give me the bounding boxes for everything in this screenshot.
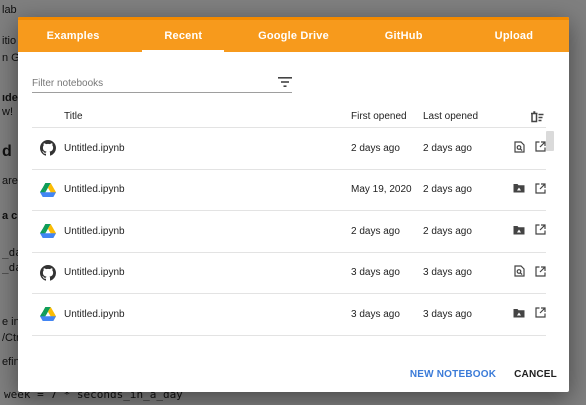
row-action-open-new-tab[interactable] — [535, 266, 546, 280]
new-notebook-button[interactable]: NEW NOTEBOOK — [410, 369, 496, 380]
row-source-icon — [32, 264, 64, 281]
google-drive-icon — [40, 182, 56, 197]
table-body: Untitled.ipynb 2 days ago 2 days ago Untitl… — [32, 128, 546, 336]
column-header-last-opened: Last opened — [423, 110, 479, 122]
tab-label: Upload — [494, 30, 534, 42]
last-opened-value: 3 days ago — [423, 267, 472, 279]
row-actions — [501, 265, 546, 280]
column-header-first-opened: First opened — [351, 110, 407, 122]
open-in-new-tab-icon[interactable] — [535, 266, 546, 277]
open-in-drive-folder-icon[interactable] — [513, 183, 525, 193]
tab-label: Examples — [46, 30, 100, 42]
first-opened-value: 3 days ago — [351, 308, 400, 320]
open-in-new-tab-icon[interactable] — [535, 224, 546, 235]
table-row[interactable]: Untitled.ipynb 2 days ago 2 days ago — [32, 128, 546, 170]
cancel-button[interactable]: CANCEL — [514, 369, 557, 380]
notebook-title[interactable]: Untitled.ipynb — [64, 267, 351, 278]
notebook-title[interactable]: Untitled.ipynb — [64, 143, 351, 154]
notebook-title[interactable]: Untitled.ipynb — [64, 226, 351, 237]
open-in-drive-folder-icon[interactable] — [513, 225, 525, 235]
google-drive-icon — [40, 224, 56, 239]
row-actions — [501, 307, 546, 321]
row-actions — [501, 141, 546, 156]
open-in-new-tab-icon[interactable] — [535, 183, 546, 194]
github-icon — [40, 264, 56, 281]
scrollbar[interactable] — [546, 129, 554, 334]
last-opened-value: 2 days ago — [423, 184, 472, 196]
tab-bar: Examples Recent Google Drive GitHub Uplo… — [18, 17, 569, 52]
tab-recent[interactable]: Recent — [128, 20, 238, 52]
row-action-primary[interactable] — [513, 225, 525, 238]
preview-source-icon[interactable] — [514, 265, 525, 277]
tab-label: Recent — [164, 30, 203, 42]
table-row[interactable]: Untitled.ipynb May 19, 2020 2 days ago — [32, 170, 546, 211]
open-in-new-tab-icon[interactable] — [535, 141, 546, 152]
github-icon — [40, 140, 56, 156]
column-header-title: Title — [64, 110, 83, 122]
first-opened-value: 3 days ago — [351, 267, 400, 279]
row-source-icon — [32, 182, 64, 197]
tab-upload[interactable]: Upload — [459, 20, 569, 52]
tab-label: Google Drive — [258, 30, 329, 42]
preview-source-icon[interactable] — [514, 141, 525, 153]
table-row[interactable]: Untitled.ipynb 2 days ago 2 days ago — [32, 211, 546, 253]
row-action-primary[interactable] — [513, 183, 525, 196]
tab-examples[interactable]: Examples — [18, 20, 128, 52]
row-source-icon — [32, 140, 64, 156]
table-header: Title First opened Last opened — [32, 105, 546, 128]
row-action-open-new-tab[interactable] — [535, 183, 546, 197]
first-opened-value: May 19, 2020 — [351, 184, 412, 196]
row-source-icon — [32, 307, 64, 322]
row-action-open-new-tab[interactable] — [535, 141, 546, 155]
row-actions — [501, 224, 546, 238]
table-row[interactable]: Untitled.ipynb 3 days ago 3 days ago — [32, 294, 546, 336]
first-opened-value: 2 days ago — [351, 142, 400, 154]
filter-field — [32, 74, 292, 93]
tab-google-drive[interactable]: Google Drive — [238, 20, 348, 52]
filter-list-icon[interactable] — [278, 76, 292, 88]
first-opened-value: 2 days ago — [351, 225, 400, 237]
tab-label: GitHub — [384, 30, 423, 42]
delete-sweep-icon[interactable] — [530, 110, 544, 123]
row-action-primary[interactable] — [514, 265, 525, 280]
row-actions — [501, 183, 546, 197]
row-action-open-new-tab[interactable] — [535, 224, 546, 238]
open-in-new-tab-icon[interactable] — [535, 307, 546, 318]
filter-notebooks-input[interactable] — [32, 74, 272, 92]
open-notebook-dialog: Examples Recent Google Drive GitHub Uplo… — [18, 17, 569, 392]
dialog-footer: NEW NOTEBOOK CANCEL — [410, 369, 557, 380]
recent-notebooks-table: Title First opened Last opened Untitled.… — [32, 105, 546, 336]
notebook-title[interactable]: Untitled.ipynb — [64, 184, 351, 195]
last-opened-value: 2 days ago — [423, 225, 472, 237]
scrollbar-thumb[interactable] — [546, 131, 554, 151]
row-action-primary[interactable] — [513, 308, 525, 321]
notebook-title[interactable]: Untitled.ipynb — [64, 309, 351, 320]
row-action-primary[interactable] — [514, 141, 525, 156]
table-row[interactable]: Untitled.ipynb 3 days ago 3 days ago — [32, 253, 546, 294]
google-drive-icon — [40, 307, 56, 322]
last-opened-value: 2 days ago — [423, 142, 472, 154]
open-in-drive-folder-icon[interactable] — [513, 308, 525, 318]
row-action-open-new-tab[interactable] — [535, 307, 546, 321]
last-opened-value: 3 days ago — [423, 308, 472, 320]
row-source-icon — [32, 224, 64, 239]
tab-github[interactable]: GitHub — [349, 20, 459, 52]
